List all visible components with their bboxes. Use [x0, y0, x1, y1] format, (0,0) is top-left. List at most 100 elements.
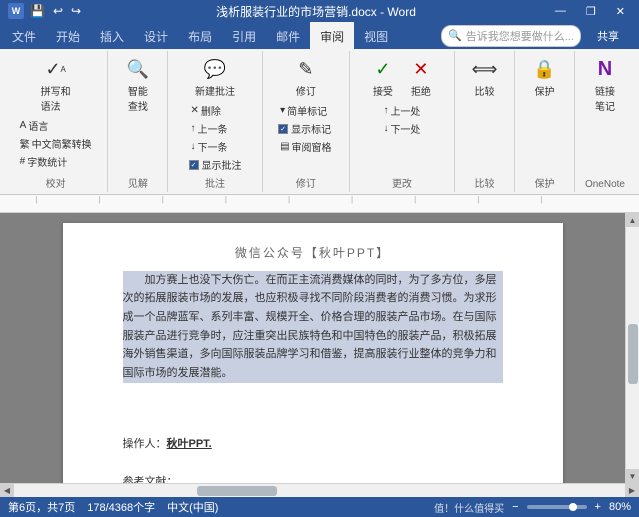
- review-pane-button[interactable]: ▤ 审阅窗格: [276, 138, 335, 155]
- tab-start[interactable]: 开始: [46, 22, 90, 49]
- onenote-icon: N: [591, 55, 619, 83]
- scroll-thumb-v[interactable]: [628, 324, 638, 384]
- reference-title: 参考文献：: [123, 473, 503, 483]
- group-changes-label: 更改: [392, 173, 412, 190]
- zoom-level: 80%: [609, 501, 631, 513]
- comments-buttons: 💬 新建批注 ✕ 删除 ↑ 上一条 ↓: [174, 53, 255, 173]
- doc-paragraph-highlighted: 加方赛上也没下大伤亡。在而正主流消费媒体的同时，为了多方位，多层次的拓展服装市场…: [123, 271, 503, 383]
- new-comment-button[interactable]: 💬 新建批注: [191, 53, 239, 100]
- tab-view[interactable]: 视图: [354, 22, 398, 49]
- watermark: 微信公众号【秋叶PPT】: [123, 243, 503, 265]
- prev-change-button[interactable]: ↑ 上一处: [379, 102, 424, 119]
- new-comment-icon: 💬: [201, 55, 229, 83]
- window-title: 浅析服装行业的市场营销.docx - Word: [83, 3, 549, 20]
- smart-lookup-button[interactable]: 🔍 智能查找: [120, 53, 156, 115]
- operator-line: 操作人：秋叶PPT.: [123, 435, 503, 455]
- window-controls: — ❐ ✕: [549, 5, 631, 18]
- group-tracking-label: 修订: [296, 173, 316, 190]
- show-markup-checkbox[interactable]: 显示标记: [276, 120, 335, 137]
- scroll-left-button[interactable]: ◀: [0, 484, 14, 498]
- group-proofreading-label: 校对: [46, 173, 66, 190]
- language: 中文(中国): [167, 499, 218, 515]
- scroll-down-button[interactable]: ▼: [626, 469, 639, 483]
- reject-button[interactable]: ✕ 拒绝: [403, 53, 439, 100]
- track-changes-label: 修订: [296, 83, 316, 98]
- group-insights-label: 见解: [128, 173, 148, 190]
- lang-icon: A: [20, 120, 27, 131]
- lang-button[interactable]: A 语言: [16, 117, 96, 134]
- scroll-thumb-h[interactable]: [197, 486, 277, 496]
- protect-icon: 🔒: [530, 55, 558, 83]
- blank-line-1: [123, 387, 503, 407]
- tab-review[interactable]: 审阅: [310, 22, 354, 49]
- group-proofreading: ✓A 拼写和语法 A 语言 繁 中文简繁转换 #: [4, 51, 108, 192]
- tell-me-search[interactable]: 🔍 告诉我您想要做什么...: [441, 25, 581, 47]
- document-area: 微信公众号【秋叶PPT】 加方赛上也没下大伤亡。在而正主流消费媒体的同时，为了多…: [0, 213, 625, 483]
- vertical-scrollbar[interactable]: ▲ ▼: [625, 213, 639, 483]
- prev-change-icon: ↑: [383, 105, 388, 116]
- next-change-button[interactable]: ↓ 下一处: [379, 120, 424, 137]
- delete-comment-button[interactable]: ✕ 删除: [187, 102, 244, 119]
- close-button[interactable]: ✕: [610, 5, 631, 18]
- compare-button[interactable]: ⟺ 比较: [466, 53, 502, 100]
- horizontal-scrollbar[interactable]: ◀ ▶: [0, 483, 639, 497]
- next-comment-button[interactable]: ↓ 下一条: [187, 138, 244, 155]
- save-quick-btn[interactable]: 💾: [28, 4, 47, 18]
- smart-lookup-icon: 🔍: [124, 55, 152, 83]
- group-onenote-label: OneNote: [585, 177, 625, 190]
- tab-insert[interactable]: 插入: [90, 22, 134, 49]
- restore-button[interactable]: ❐: [580, 5, 602, 18]
- protect-label: 保护: [534, 83, 554, 98]
- ruler-marks: | | | | | | | | |: [4, 195, 635, 212]
- show-comments-checkbox[interactable]: 显示批注: [187, 156, 244, 173]
- spell-grammar-button[interactable]: ✓A 拼写和语法: [37, 53, 75, 115]
- scroll-track-v[interactable]: [626, 227, 639, 469]
- linked-notes-button[interactable]: N 链接笔记: [587, 53, 623, 115]
- accept-button[interactable]: ✓ 接受: [365, 53, 401, 100]
- title-bar: W 💾 ↩ ↪ 浅析服装行业的市场营销.docx - Word — ❐ ✕: [0, 0, 639, 22]
- protect-button[interactable]: 🔒 保护: [526, 53, 562, 100]
- tracking-buttons: ✎ 修订 ▾ 简单标记 显示标记 ▤: [269, 53, 343, 155]
- tab-references[interactable]: 引用: [222, 22, 266, 49]
- group-tracking: ✎ 修订 ▾ 简单标记 显示标记 ▤: [263, 51, 350, 192]
- zoom-slider[interactable]: [527, 505, 587, 509]
- zoom-out-icon[interactable]: −: [512, 501, 518, 513]
- show-markup-check-icon: [278, 124, 288, 134]
- group-insights: 🔍 智能查找 见解: [108, 51, 168, 192]
- tab-mail[interactable]: 邮件: [266, 22, 310, 49]
- tab-design[interactable]: 设计: [134, 22, 178, 49]
- tracking-col: ▾ 简单标记 显示标记 ▤ 审阅窗格: [276, 102, 335, 155]
- blank-line-2: [123, 407, 503, 427]
- tab-file[interactable]: 文件: [2, 22, 46, 49]
- tab-layout[interactable]: 布局: [178, 22, 222, 49]
- search-icon: 🔍: [448, 29, 462, 42]
- simple-markup-icon: ▾: [280, 105, 285, 116]
- compare-buttons: ⟺ 比较: [466, 53, 502, 100]
- simple-markup-button[interactable]: ▾ 简单标记: [276, 102, 335, 119]
- cn-convert-icon: 繁: [20, 136, 30, 151]
- zoom-in-icon[interactable]: +: [595, 501, 601, 513]
- operator-label: 操作人：: [123, 438, 167, 450]
- group-changes: ✓ 接受 ✕ 拒绝 ↑ 上一处 ↓ 下一处: [350, 51, 455, 192]
- prev-comment-button[interactable]: ↑ 上一条: [187, 120, 244, 137]
- ribbon-content: ✓A 拼写和语法 A 语言 繁 中文简繁转换 #: [0, 49, 639, 194]
- group-compare-label: 比较: [474, 173, 494, 190]
- show-comments-check-icon: [189, 160, 199, 170]
- scroll-track-h[interactable]: [14, 484, 625, 497]
- comments-col: ✕ 删除 ↑ 上一条 ↓ 下一条 显示批注: [187, 102, 244, 173]
- prev-comment-icon: ↑: [191, 123, 196, 134]
- wordcount-button[interactable]: # 字数统计: [16, 153, 96, 170]
- share-button[interactable]: 共享: [587, 26, 629, 46]
- redo-quick-btn[interactable]: ↪: [69, 4, 83, 18]
- status-right: 值！什么值得买 − + 80%: [434, 500, 631, 515]
- scroll-right-button[interactable]: ▶: [625, 484, 639, 498]
- status-left: 第6页，共7页 178/4368个字 中文(中国): [8, 499, 218, 515]
- linked-notes-label: 链接笔记: [595, 83, 615, 113]
- undo-quick-btn[interactable]: ↩: [51, 4, 65, 18]
- insights-buttons: 🔍 智能查找: [120, 53, 156, 115]
- cn-convert-button[interactable]: 繁 中文简繁转换: [16, 135, 96, 152]
- track-changes-button[interactable]: ✎ 修订: [288, 53, 324, 100]
- minimize-button[interactable]: —: [549, 5, 572, 18]
- page-info: 第6页，共7页: [8, 499, 75, 515]
- scroll-up-button[interactable]: ▲: [626, 213, 639, 227]
